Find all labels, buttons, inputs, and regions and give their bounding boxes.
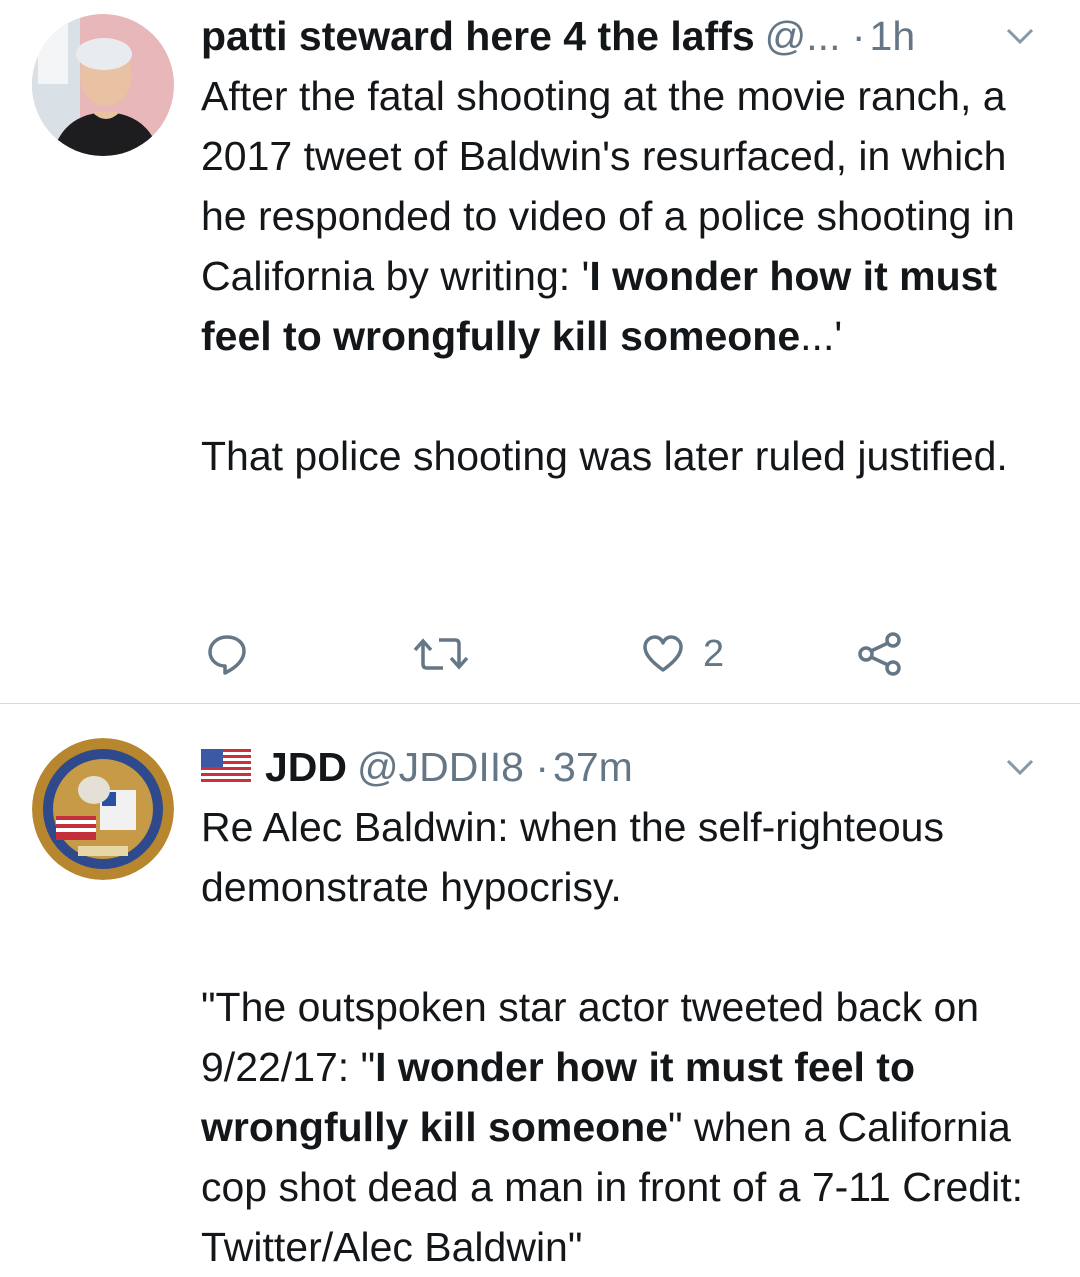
retweet-icon bbox=[413, 638, 469, 670]
separator-dot: · bbox=[535, 744, 550, 790]
tweet-text-paragraph: Re Alec Baldwin: when the self-righteous… bbox=[201, 804, 944, 910]
timestamp[interactable]: 37m bbox=[553, 744, 633, 790]
tweet-text-part: ...' bbox=[800, 313, 843, 359]
tweet-1[interactable]: patti steward here 4 the laffs @... ·1h A… bbox=[0, 0, 1080, 703]
like-count: 2 bbox=[703, 632, 725, 675]
reply-button[interactable] bbox=[205, 624, 249, 684]
tweet-actions: 2 bbox=[201, 624, 961, 684]
chevron-down-icon[interactable] bbox=[1000, 749, 1040, 785]
tweet-text: After the fatal shooting at the movie ra… bbox=[201, 66, 1044, 486]
separator-dot: · bbox=[851, 13, 866, 59]
tweet-2[interactable]: JDD @JDDII8 ·37m Re Alec Baldwin: when th… bbox=[0, 703, 1080, 1271]
tweet-header: patti steward here 4 the laffs @... ·1h bbox=[201, 8, 1044, 64]
display-name[interactable]: JDD bbox=[265, 744, 347, 790]
share-icon bbox=[858, 632, 901, 676]
heart-icon bbox=[643, 635, 683, 672]
tweet-text: Re Alec Baldwin: when the self-righteous… bbox=[201, 797, 1044, 1277]
tweet-header: JDD @JDDII8 ·37m bbox=[201, 739, 1044, 795]
handle[interactable]: @... bbox=[765, 13, 841, 59]
handle[interactable]: @JDDII8 bbox=[357, 744, 524, 790]
reply-icon bbox=[208, 635, 246, 675]
retweet-button[interactable] bbox=[411, 624, 471, 684]
avatar[interactable] bbox=[32, 14, 174, 156]
avatar[interactable] bbox=[32, 738, 174, 880]
share-button[interactable] bbox=[857, 624, 903, 684]
us-flag-icon bbox=[201, 749, 251, 784]
like-button[interactable]: 2 bbox=[641, 624, 724, 684]
timestamp[interactable]: 1h bbox=[870, 13, 916, 59]
display-name[interactable]: patti steward here 4 the laffs bbox=[201, 13, 755, 59]
tweet-text-paragraph: That police shooting was later ruled jus… bbox=[201, 433, 1008, 479]
chevron-down-icon[interactable] bbox=[1000, 18, 1040, 54]
